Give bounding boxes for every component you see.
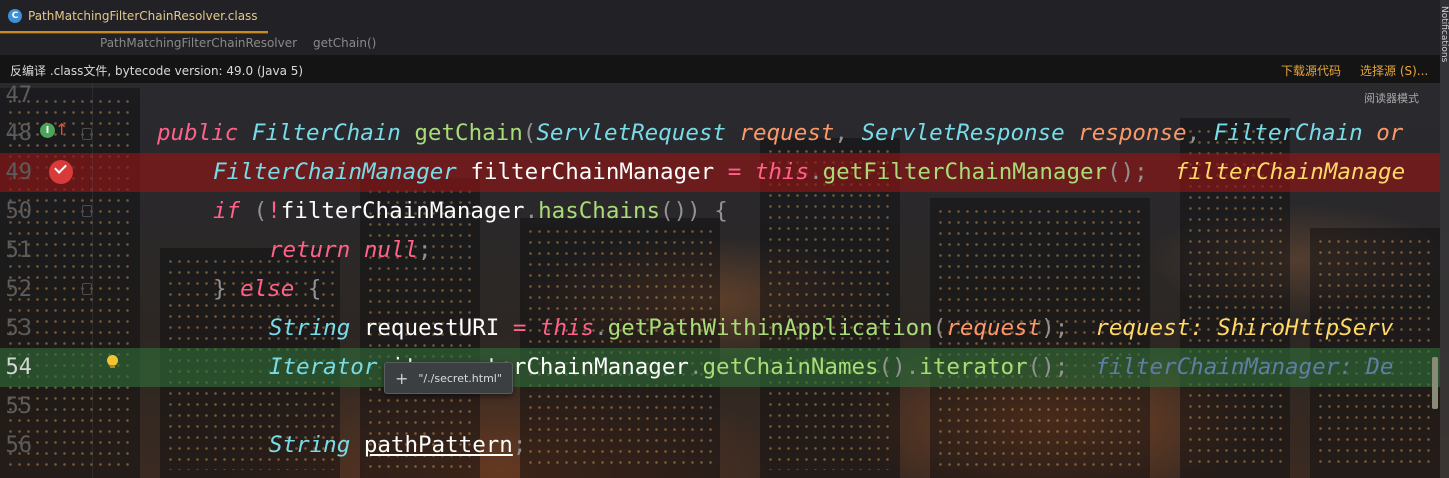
- inline-value-hint: filterChainManager: De: [1095, 354, 1394, 380]
- expand-plus-icon[interactable]: +: [395, 369, 408, 388]
- fold-marker-icon[interactable]: [82, 283, 92, 295]
- line-gutter[interactable]: 47 48 49 50 51 52 53 54 55 56 I ↑: [0, 83, 118, 478]
- code-line-51: return null;: [269, 237, 432, 263]
- code-line-49: FilterChainManager filterChainManager = …: [213, 159, 1406, 185]
- line-number: 48: [5, 121, 33, 146]
- code-line-53: String requestURI = this.getPathWithinAp…: [269, 315, 1394, 341]
- code-line-50: if (!filterChainManager.hasChains()) {: [213, 198, 728, 224]
- reader-mode-button[interactable]: 阅读器模式: [1364, 90, 1419, 106]
- code-line-52: } else {: [213, 276, 322, 302]
- decompiled-notice-bar: 反编译 .class文件, bytecode version: 49.0 (Ja…: [0, 55, 1440, 83]
- debug-value-tooltip[interactable]: + "/./secret.html": [384, 362, 513, 394]
- breadcrumb-class[interactable]: PathMatchingFilterChainResolver: [100, 36, 297, 50]
- line-number: 47: [5, 83, 33, 108]
- implements-icon[interactable]: I: [40, 123, 55, 138]
- code-line-56: String pathPattern;: [269, 432, 527, 458]
- download-source-link[interactable]: 下载源代码: [1281, 62, 1341, 79]
- lightbulb-icon[interactable]: [107, 355, 118, 368]
- line-number-current: 54: [5, 355, 33, 380]
- override-arrow-icon[interactable]: ↑: [55, 120, 68, 139]
- code-line-48: public FilterChain getChain(ServletReque…: [157, 120, 1404, 146]
- decompiled-notice-text: 反编译 .class文件, bytecode version: 49.0 (Ja…: [10, 64, 304, 78]
- breadcrumb: PathMatchingFilterChainResolver getChain…: [0, 33, 1449, 55]
- gutter-divider: [92, 83, 93, 478]
- right-tool-strip[interactable]: Notifications: [1439, 0, 1449, 478]
- editor-tab[interactable]: C PathMatchingFilterChainResolver.class: [0, 0, 268, 34]
- notifications-tool-label[interactable]: Notifications: [1439, 6, 1449, 62]
- inline-value-hint: filterChainManage: [1174, 159, 1406, 185]
- inline-value-hint: request: ShiroHttpServ: [1095, 315, 1394, 341]
- code-editor[interactable]: 47 48 49 50 51 52 53 54 55 56 I ↑ public…: [0, 83, 1440, 478]
- breadcrumb-method[interactable]: getChain(): [313, 36, 376, 50]
- choose-source-link[interactable]: 选择源 (S)...: [1360, 62, 1428, 79]
- line-number: 51: [5, 238, 33, 263]
- line-number: 55: [5, 394, 33, 419]
- line-number: 53: [5, 316, 33, 341]
- editor-tab-title: PathMatchingFilterChainResolver.class: [28, 8, 258, 23]
- debug-value-text: "/./secret.html": [418, 371, 502, 385]
- breakpoint-icon[interactable]: [49, 160, 73, 184]
- line-number: 56: [5, 433, 33, 458]
- line-number: 52: [5, 277, 33, 302]
- class-file-icon: C: [8, 8, 22, 23]
- editor-tab-bar: C PathMatchingFilterChainResolver.class: [0, 0, 1449, 34]
- line-number: 50: [5, 199, 33, 224]
- fold-marker-icon[interactable]: [82, 205, 92, 217]
- fold-marker-icon[interactable]: [82, 128, 92, 140]
- editor-scrollbar-thumb[interactable]: [1432, 357, 1438, 409]
- line-number: 49: [5, 160, 33, 185]
